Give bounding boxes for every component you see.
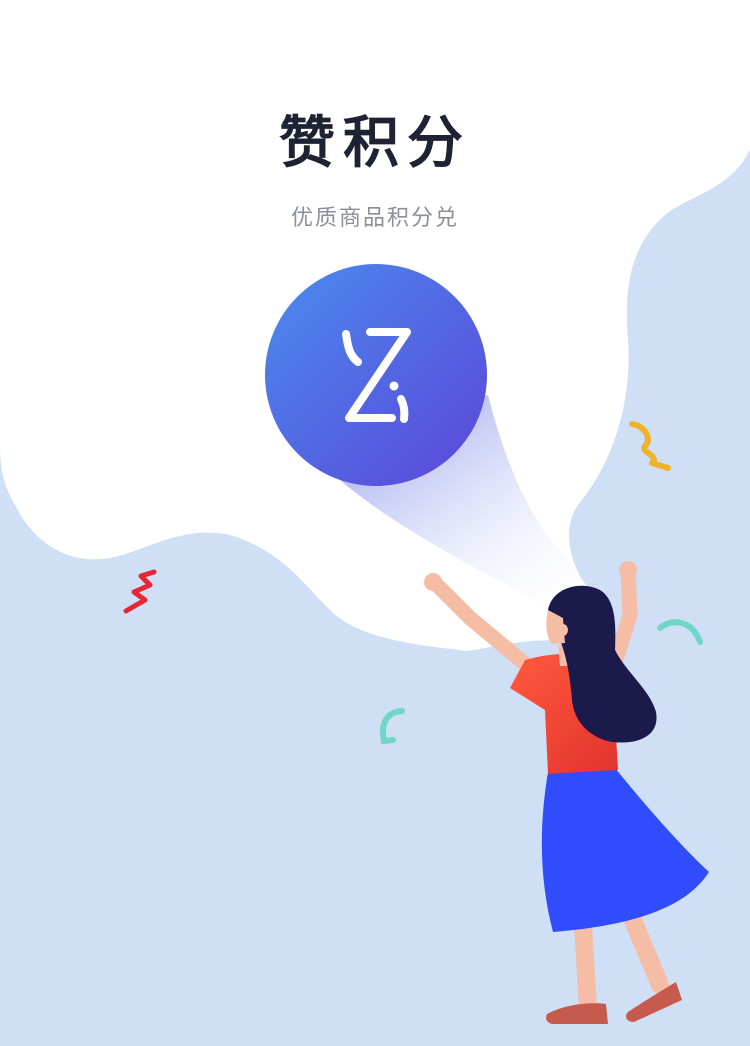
confetti-teal-center-icon <box>380 708 405 745</box>
app-title: 赞积分 <box>279 111 471 176</box>
app-subtitle: 优质商品积分兑 <box>290 206 459 231</box>
confetti-teal-right-icon <box>657 619 703 645</box>
splash-screen: 赞积分 优质商品积分兑 <box>0 0 750 1046</box>
confetti-gold-icon <box>629 421 671 471</box>
confetti-red-icon <box>123 569 157 614</box>
